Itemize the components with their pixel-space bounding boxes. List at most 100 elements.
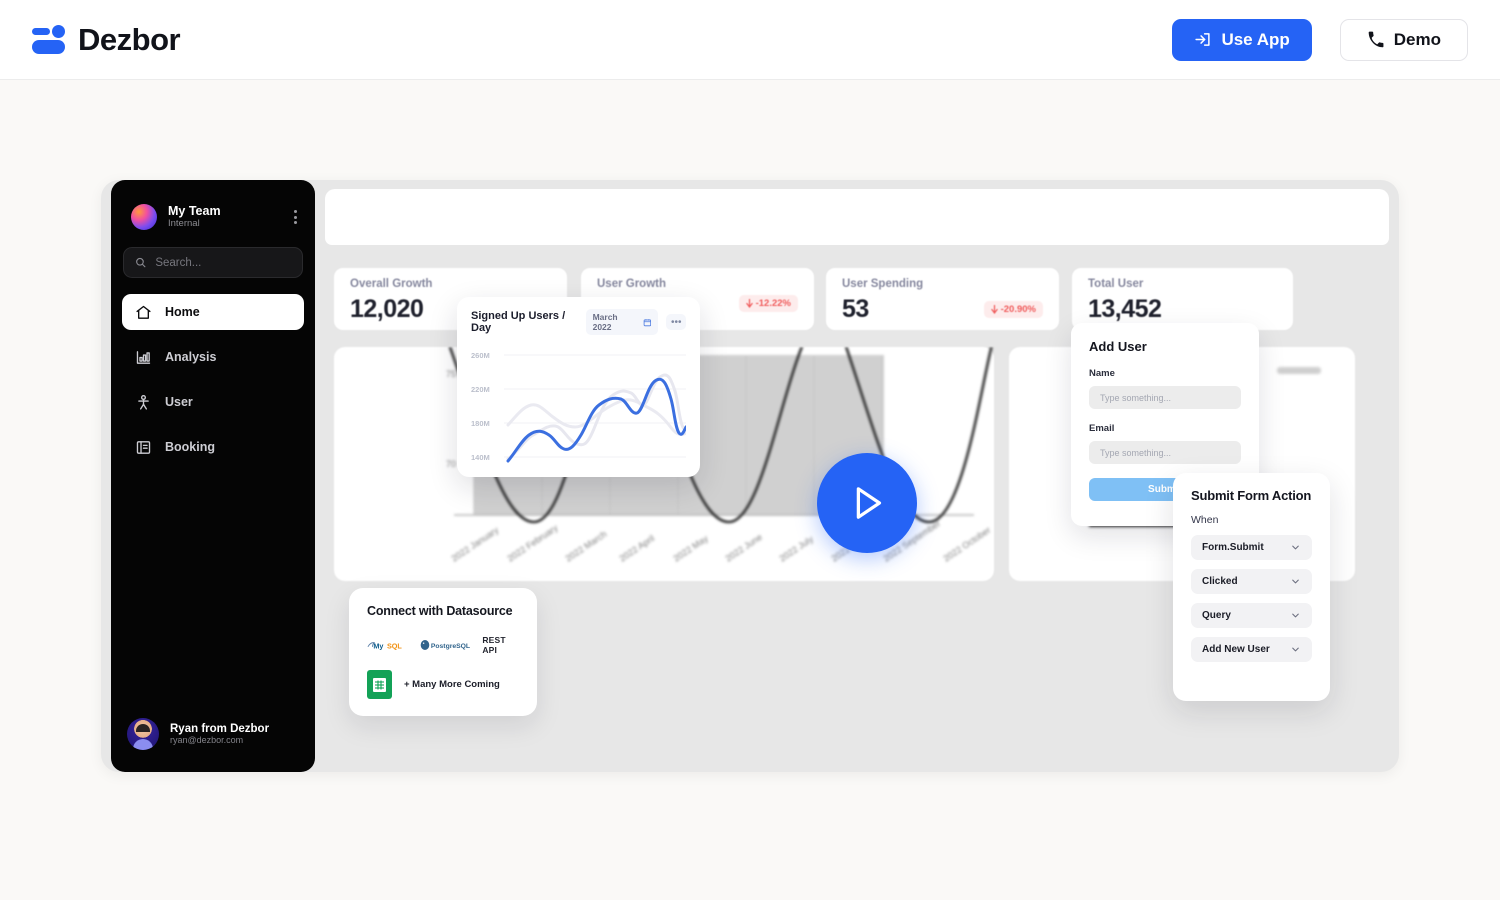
postgresql-logo: PostgreSQL: [420, 640, 470, 650]
rest-api-label: REST API: [482, 635, 506, 655]
select-clicked-value: Clicked: [1202, 576, 1238, 587]
stat-title: Total User: [1088, 278, 1144, 290]
name-label: Name: [1089, 368, 1115, 379]
svg-text:180M: 180M: [471, 419, 490, 428]
user-email: ryan@dezbor.com: [170, 735, 244, 745]
stat-value: 12,020: [350, 295, 424, 323]
stat-card-total-user[interactable]: Total User 13,452: [1072, 268, 1293, 330]
email-label: Email: [1089, 423, 1115, 434]
search-input[interactable]: [155, 256, 291, 269]
svg-text:2022 May: 2022 May: [672, 533, 711, 564]
team-switcher[interactable]: My Team Internal: [111, 180, 315, 230]
select-add-new-user[interactable]: Add New User: [1191, 637, 1312, 662]
stat-badge-text: -20.90%: [1000, 304, 1036, 315]
sidebar-item-booking[interactable]: Booking: [122, 429, 304, 465]
chart-date-picker[interactable]: March 2022: [585, 309, 659, 335]
brand-name: Dezbor: [78, 21, 181, 57]
stat-title: Overall Growth: [350, 278, 433, 290]
chart-plot-area: 260M 220M 180M 140M: [471, 343, 688, 471]
sidebar-search[interactable]: [123, 247, 303, 278]
app-preview-stage: My Team Internal Home: [101, 180, 1399, 772]
submit-form-action-title: Submit Form Action: [1191, 488, 1312, 503]
sidebar-item-analysis[interactable]: Analysis: [122, 339, 304, 375]
top-navigation-bar: Dezbor Use App Demo: [0, 0, 1500, 80]
kebab-menu-icon[interactable]: [294, 210, 301, 224]
svg-text:2022 July: 2022 July: [778, 534, 816, 564]
sidebar-item-label-booking: Booking: [165, 440, 215, 454]
sign-in-icon: [1195, 33, 1211, 46]
stat-title: User Growth: [597, 278, 667, 290]
stat-title: User Spending: [842, 278, 924, 290]
svg-text:220M: 220M: [471, 385, 490, 394]
select-add-new-user-value: Add New User: [1202, 644, 1270, 655]
svg-text:2022 February: 2022 February: [506, 522, 561, 563]
play-icon: [856, 487, 882, 519]
status-badge: -20.90%: [983, 301, 1043, 318]
stat-card-user-spending[interactable]: User Spending 53 -20.90%: [826, 268, 1059, 330]
demo-button[interactable]: Demo: [1339, 18, 1468, 61]
sidebar-item-label-analysis: Analysis: [165, 350, 217, 364]
avatar: [127, 718, 159, 750]
chart-card-header: Signed Up Users / Day March 2022 •••: [471, 309, 686, 335]
google-sheets-icon: [367, 670, 392, 699]
datasource-title: Connect with Datasource: [367, 604, 513, 618]
connect-datasource-card[interactable]: Connect with Datasource My SQL PostgreSQ…: [349, 588, 537, 716]
book-icon: [136, 440, 151, 454]
chart-date-label: March 2022: [592, 312, 618, 332]
brand[interactable]: Dezbor: [32, 21, 181, 58]
select-form-submit[interactable]: Form.Submit: [1191, 535, 1312, 560]
svg-text:140M: 140M: [471, 453, 490, 462]
sidebar-item-home[interactable]: Home: [122, 294, 304, 330]
sidebar-item-label-home: Home: [165, 305, 200, 319]
status-badge: -12.22%: [738, 295, 798, 312]
datasource-logos: My SQL PostgreSQL REST API: [367, 635, 519, 655]
dezbor-logo-icon: [32, 24, 66, 55]
svg-text:My: My: [373, 642, 383, 651]
demo-label: Demo: [1393, 29, 1441, 49]
use-app-label: Use App: [1221, 29, 1290, 49]
ellipsis-icon[interactable]: •••: [666, 314, 686, 330]
arrow-down-icon: [745, 299, 753, 308]
chart-svg: 260M 220M 180M 140M: [471, 351, 688, 463]
sidebar-user-profile[interactable]: Ryan from Dezbor ryan@dezbor.com: [111, 718, 315, 750]
chevron-down-icon: [1292, 613, 1299, 618]
team-name: My Team: [168, 204, 221, 219]
svg-text:2022 March: 2022 March: [564, 529, 609, 564]
datasource-more-row: + Many More Coming: [367, 670, 519, 699]
app-sidebar: My Team Internal Home: [111, 180, 315, 772]
topbar-actions: Use App Demo: [1172, 18, 1468, 61]
email-field[interactable]: [1089, 441, 1241, 464]
user-name: Ryan from Dezbor: [170, 723, 270, 735]
sheets-grid: [373, 677, 386, 692]
signed-up-users-chart-card[interactable]: Signed Up Users / Day March 2022 ••• 260…: [457, 297, 700, 477]
stat-value: 53: [842, 295, 869, 323]
use-app-button[interactable]: Use App: [1172, 18, 1312, 61]
svg-text:260M: 260M: [471, 351, 490, 360]
chevron-down-icon: [1292, 647, 1299, 652]
svg-text:2022 April: 2022 April: [618, 533, 657, 564]
chevron-down-icon: [1292, 579, 1299, 584]
phone-icon: [1368, 31, 1384, 48]
add-user-title: Add User: [1089, 339, 1147, 354]
team-avatar: [131, 204, 157, 230]
bar-chart-icon: [136, 350, 151, 364]
submit-form-action-panel[interactable]: Submit Form Action When Form.Submit Clic…: [1173, 473, 1330, 701]
sidebar-nav: Home Analysis User Booking: [111, 294, 315, 465]
name-field[interactable]: [1089, 386, 1241, 409]
home-icon: [136, 305, 151, 319]
select-clicked[interactable]: Clicked: [1191, 569, 1312, 594]
sidebar-item-label-user: User: [165, 395, 193, 409]
user-icon: [138, 394, 149, 410]
calendar-icon: [643, 318, 651, 326]
select-query-value: Query: [1202, 610, 1231, 621]
select-query[interactable]: Query: [1191, 603, 1312, 628]
sidebar-item-user[interactable]: User: [122, 384, 304, 420]
when-label: When: [1191, 514, 1219, 526]
select-form-submit-value: Form.Submit: [1202, 542, 1264, 553]
play-button[interactable]: [817, 453, 917, 553]
stat-value: 13,452: [1088, 295, 1162, 323]
search-icon: [136, 257, 146, 268]
team-subtitle: Internal: [168, 217, 200, 229]
stat-badge-text: -12.22%: [755, 298, 791, 309]
canvas-top-bar: [325, 189, 1389, 245]
